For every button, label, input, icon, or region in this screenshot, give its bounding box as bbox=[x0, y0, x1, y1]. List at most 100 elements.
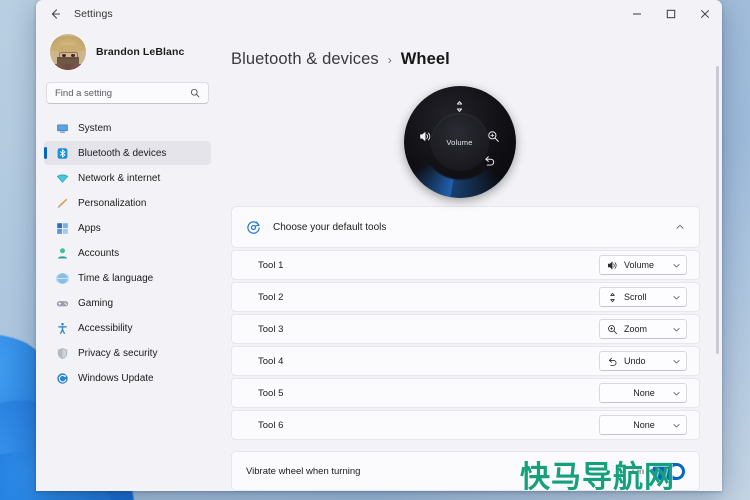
sidebar-item-label: Time & language bbox=[78, 272, 154, 284]
sidebar-item-label: Personalization bbox=[78, 197, 147, 209]
content-scrollbar[interactable] bbox=[716, 66, 719, 354]
back-arrow-icon[interactable] bbox=[42, 3, 68, 25]
tool-value: Undo bbox=[624, 356, 646, 366]
tool-label: Tool 6 bbox=[258, 419, 284, 431]
window-controls bbox=[620, 0, 722, 28]
content-pane: Bluetooth & devices › Wheel Volume Choos… bbox=[219, 28, 722, 491]
breadcrumb: Bluetooth & devices › Wheel bbox=[219, 28, 700, 69]
sidebar: Brandon LeBlanc System bbox=[36, 28, 219, 491]
undo-icon bbox=[607, 356, 618, 367]
maximize-icon[interactable] bbox=[654, 0, 688, 28]
sidebar-item-gaming[interactable]: Gaming bbox=[44, 291, 211, 315]
sidebar-item-apps[interactable]: Apps bbox=[44, 216, 211, 240]
sidebar-item-network-internet[interactable]: Network & internet bbox=[44, 166, 211, 190]
sidebar-item-accessibility[interactable]: Accessibility bbox=[44, 316, 211, 340]
sidebar-item-label: Accessibility bbox=[78, 322, 133, 334]
title-bar: Settings bbox=[36, 0, 722, 28]
chevron-down-icon[interactable] bbox=[672, 261, 681, 270]
watermark: 快马导航网 bbox=[520, 460, 675, 495]
avatar[interactable] bbox=[50, 34, 86, 70]
tool-dropdown[interactable]: Volume bbox=[599, 255, 687, 275]
table-row[interactable]: Tool 4 Undo bbox=[231, 346, 700, 376]
tool-value: None bbox=[633, 420, 655, 430]
tool-label: Tool 5 bbox=[258, 387, 284, 399]
sidebar-item-label: Accounts bbox=[78, 247, 120, 259]
tool-value: Scroll bbox=[624, 292, 647, 302]
chevron-down-icon[interactable] bbox=[672, 325, 681, 334]
breadcrumb-parent[interactable]: Bluetooth & devices bbox=[231, 50, 379, 69]
table-row[interactable]: Tool 6 None bbox=[231, 410, 700, 440]
paintbrush-icon bbox=[55, 196, 69, 210]
chevron-down-icon[interactable] bbox=[672, 421, 681, 430]
tool-dropdown[interactable]: None bbox=[599, 383, 687, 403]
profile-name: Brandon LeBlanc bbox=[96, 46, 185, 58]
bluetooth-icon bbox=[55, 146, 69, 160]
monitor-icon bbox=[55, 121, 69, 135]
user-profile[interactable]: Brandon LeBlanc bbox=[44, 28, 211, 82]
sidebar-item-label: Privacy & security bbox=[78, 347, 158, 359]
search-input[interactable] bbox=[55, 87, 186, 99]
tool-label: Tool 4 bbox=[258, 355, 284, 367]
table-row[interactable]: Tool 2 Scroll bbox=[231, 282, 700, 312]
wheel-hero: Volume bbox=[219, 69, 700, 206]
window-title: Settings bbox=[74, 8, 113, 20]
breadcrumb-separator: › bbox=[387, 53, 392, 67]
sidebar-item-bluetooth-devices[interactable]: Bluetooth & devices bbox=[44, 141, 211, 165]
apps-icon bbox=[55, 221, 69, 235]
search-icon[interactable] bbox=[190, 88, 200, 98]
sidebar-item-system[interactable]: System bbox=[44, 116, 211, 140]
scroll-icon bbox=[607, 292, 618, 303]
wheel-icon bbox=[246, 220, 261, 235]
table-row[interactable]: Tool 1 Volume bbox=[231, 250, 700, 280]
wifi-icon bbox=[55, 171, 69, 185]
wheel-center: Volume bbox=[430, 113, 489, 171]
sidebar-item-label: Network & internet bbox=[78, 172, 161, 184]
tool-dropdown[interactable]: None bbox=[599, 415, 687, 435]
minimize-icon[interactable] bbox=[620, 0, 654, 28]
tool-label: Tool 1 bbox=[258, 259, 284, 271]
sidebar-item-accounts[interactable]: Accounts bbox=[44, 241, 211, 265]
chevron-down-icon[interactable] bbox=[672, 293, 681, 302]
wheel-graphic: Volume bbox=[403, 86, 516, 198]
tool-dropdown[interactable]: Zoom bbox=[599, 319, 687, 339]
page-title: Wheel bbox=[400, 50, 450, 68]
chevron-down-icon[interactable] bbox=[672, 389, 681, 398]
settings-window: Settings Brandon LeBlanc Find a setting … bbox=[36, 0, 722, 491]
default-tools-card-header[interactable]: Choose your default tools bbox=[231, 206, 700, 248]
tool-value: Zoom bbox=[624, 324, 648, 334]
update-icon bbox=[55, 371, 69, 385]
sidebar-item-time-language[interactable]: Time & language bbox=[44, 266, 211, 290]
volume-icon bbox=[607, 260, 618, 271]
tool-dropdown[interactable]: Undo bbox=[599, 351, 687, 371]
scroll-icon bbox=[452, 98, 468, 114]
sidebar-item-label: Apps bbox=[78, 222, 101, 234]
settings-cards: Choose your default tools Tool 1 Volume … bbox=[219, 206, 700, 491]
sidebar-item-label: Bluetooth & devices bbox=[78, 147, 167, 159]
sidebar-item-personalization[interactable]: Personalization bbox=[44, 191, 211, 215]
card-title: Choose your default tools bbox=[273, 221, 387, 233]
tool-value: Volume bbox=[624, 260, 655, 270]
tool-value: None bbox=[633, 388, 655, 398]
search-box[interactable] bbox=[46, 82, 209, 104]
sidebar-item-label: Windows Update bbox=[78, 372, 154, 384]
close-icon[interactable] bbox=[688, 0, 722, 28]
shield-icon bbox=[55, 346, 69, 360]
wheel-center-label: Volume bbox=[446, 137, 473, 147]
tool-label: Tool 2 bbox=[258, 291, 284, 303]
sidebar-nav: System Bluetooth & devices Network & int… bbox=[44, 116, 211, 390]
chevron-up-icon[interactable] bbox=[675, 222, 685, 232]
vibrate-label: Vibrate wheel when turning bbox=[246, 465, 361, 477]
table-row[interactable]: Tool 3 Zoom bbox=[231, 314, 700, 344]
sidebar-item-label: Gaming bbox=[78, 297, 114, 309]
clock-globe-icon bbox=[55, 271, 69, 285]
chevron-down-icon[interactable] bbox=[672, 357, 681, 366]
gamepad-icon bbox=[55, 296, 69, 310]
tool-label: Tool 3 bbox=[258, 323, 284, 335]
accessibility-icon bbox=[55, 321, 69, 335]
table-row[interactable]: Tool 5 None bbox=[231, 378, 700, 408]
sidebar-item-label: System bbox=[78, 122, 112, 134]
sidebar-item-windows-update[interactable]: Windows Update bbox=[44, 366, 211, 390]
account-icon bbox=[55, 246, 69, 260]
tool-dropdown[interactable]: Scroll bbox=[599, 287, 687, 307]
sidebar-item-privacy-security[interactable]: Privacy & security bbox=[44, 341, 211, 365]
